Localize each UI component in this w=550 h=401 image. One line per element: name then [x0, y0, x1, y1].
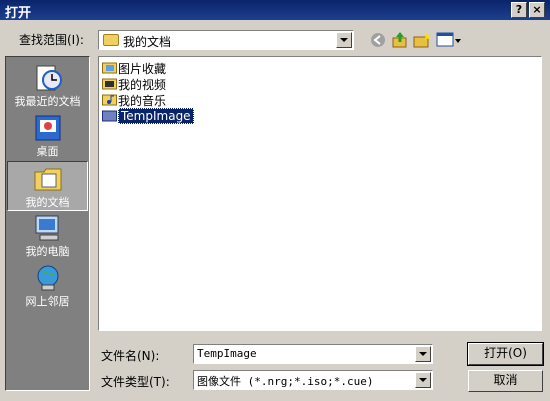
- pictures-folder-icon: [102, 62, 117, 74]
- new-folder-icon[interactable]: [413, 31, 431, 49]
- place-label: 网上邻居: [25, 295, 70, 308]
- recent-documents-icon: [36, 65, 62, 91]
- lookin-label: 查找范围(I):: [19, 33, 84, 47]
- my-computer-icon: [35, 215, 58, 241]
- place-label: 我的电脑: [25, 245, 70, 258]
- dialog-title: 打开: [5, 6, 32, 21]
- place-my-computer[interactable]: 我的电脑: [7, 211, 88, 261]
- filetype-value: 图像文件 (*.nrg;*.iso;*.cue): [197, 375, 374, 388]
- network-places-icon: [37, 265, 58, 291]
- file-name: 我的音乐: [118, 94, 167, 108]
- filename-dropdown-button[interactable]: [415, 346, 431, 362]
- up-folder-icon[interactable]: [391, 31, 409, 49]
- lookin-combobox[interactable]: 我的文档: [98, 30, 354, 50]
- my-documents-icon: [103, 34, 119, 46]
- my-documents-icon: [34, 168, 61, 191]
- open-button[interactable]: 打开(O): [467, 342, 544, 366]
- desktop-icon: [35, 115, 60, 141]
- videos-folder-icon: [102, 78, 117, 90]
- place-network[interactable]: 网上邻居: [7, 261, 88, 311]
- cancel-button[interactable]: 取消: [468, 370, 543, 392]
- filename-value: TempImage: [197, 347, 257, 360]
- close-button[interactable]: ×: [529, 2, 545, 18]
- title-bar: 打开 ? ×: [0, 0, 550, 21]
- back-arrow-icon[interactable]: [369, 31, 387, 49]
- places-bar: 我最近的文档 桌面 我的文档 我的电脑 网上邻居: [5, 56, 90, 391]
- place-desktop[interactable]: 桌面: [7, 111, 88, 161]
- place-recent-documents[interactable]: 我最近的文档: [7, 61, 88, 111]
- file-name: TempImage: [118, 108, 194, 124]
- lookin-dropdown-button[interactable]: [336, 32, 352, 48]
- place-my-documents[interactable]: 我的文档: [7, 161, 88, 211]
- file-name: 图片收藏: [118, 62, 167, 76]
- place-label: 我的文档: [25, 196, 70, 209]
- folder-icon: [102, 110, 117, 122]
- filetype-select[interactable]: 图像文件 (*.nrg;*.iso;*.cue): [193, 370, 433, 390]
- file-name: 我的视频: [118, 78, 167, 92]
- help-button[interactable]: ?: [511, 2, 527, 18]
- place-label: 桌面: [36, 145, 59, 158]
- filename-label: 文件名(N):: [101, 349, 160, 363]
- lookin-value: 我的文档: [123, 35, 172, 49]
- music-folder-icon: [102, 94, 117, 106]
- filetype-label: 文件类型(T):: [101, 375, 170, 389]
- views-menu-icon[interactable]: [436, 31, 462, 49]
- place-label: 我最近的文档: [14, 95, 81, 108]
- file-list[interactable]: 图片收藏 我的视频 我的音乐 TempImage: [98, 56, 542, 331]
- filename-input[interactable]: TempImage: [193, 344, 433, 364]
- filetype-dropdown-button[interactable]: [415, 372, 431, 388]
